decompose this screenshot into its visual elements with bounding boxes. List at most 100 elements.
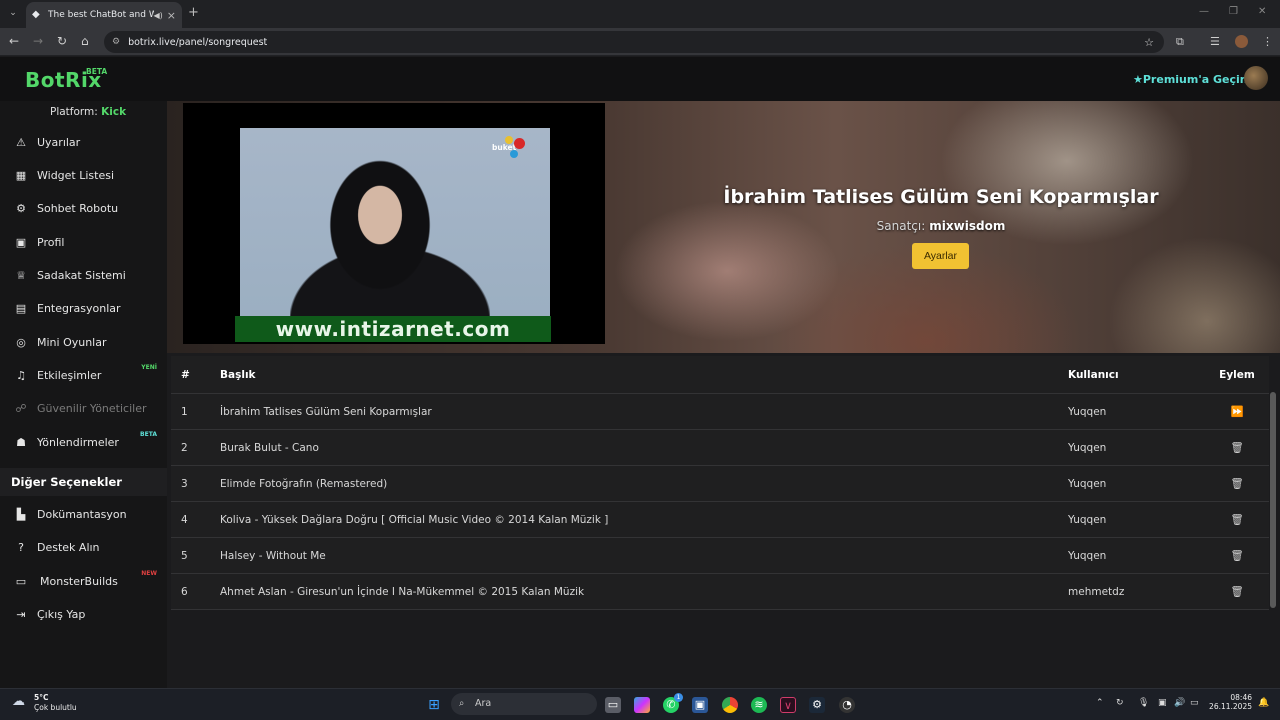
sidebar-item-minigames[interactable]: ◎ Mini Oyunlar bbox=[0, 327, 167, 357]
maximize-icon[interactable]: ❐ bbox=[1229, 6, 1238, 17]
volume-icon[interactable]: 🔊 bbox=[1174, 698, 1185, 708]
app-icon[interactable]: ∨ bbox=[780, 697, 796, 713]
platform-label: Platform: bbox=[50, 106, 98, 118]
weather-temp: 5°C bbox=[34, 693, 49, 702]
sidebar-item-trusted-moderators[interactable]: ☍ Güvenilir Yöneticiler bbox=[0, 393, 167, 423]
trophy-icon: ♕ bbox=[16, 268, 26, 282]
sidebar-item-logout[interactable]: ⇥ Çıkış Yap bbox=[0, 599, 167, 629]
clock-date: 26.11.2025 bbox=[1209, 702, 1252, 711]
profile-avatar[interactable] bbox=[1235, 35, 1248, 48]
chrome-icon[interactable] bbox=[722, 697, 738, 713]
spotify-icon[interactable]: ≋ bbox=[751, 697, 767, 713]
windows-start-icon[interactable]: ⊞ bbox=[426, 697, 442, 713]
sidebar-item-alerts[interactable]: ⚠ Uyarılar bbox=[0, 127, 167, 157]
sidebar-item-integrations[interactable]: ▤ Entegrasyonlar bbox=[0, 293, 167, 323]
plug-icon: ▤ bbox=[15, 301, 27, 315]
trash-icon[interactable]: 🗑 bbox=[1221, 513, 1253, 526]
settings-button[interactable]: Ayarlar bbox=[912, 243, 969, 269]
copilot-icon[interactable] bbox=[634, 697, 650, 713]
sidebar-item-label: Güvenilir Yöneticiler bbox=[37, 401, 147, 415]
row-num: 5 bbox=[181, 549, 188, 562]
tray-sync-icon[interactable]: ↻ bbox=[1116, 698, 1124, 708]
row-num: 6 bbox=[181, 585, 188, 598]
table-row: 1 İbrahim Tatlises Gülüm Seni Koparmışla… bbox=[171, 394, 1269, 430]
sidebar-item-label: Destek Alın bbox=[37, 540, 100, 554]
menu-icon[interactable]: ⋮ bbox=[1262, 35, 1273, 48]
reload-icon[interactable]: ↻ bbox=[57, 34, 67, 48]
minimize-icon[interactable]: — bbox=[1199, 6, 1209, 17]
sidebar-item-label: Çıkış Yap bbox=[37, 607, 86, 621]
address-bar[interactable]: ⚙ botrix.live/panel/songrequest ☆ bbox=[104, 31, 1164, 53]
col-action-header: Eylem bbox=[1219, 368, 1255, 381]
taskbar-clock[interactable]: 08:46 26.11.2025 bbox=[1206, 693, 1252, 711]
new-tab-button[interactable]: + bbox=[188, 5, 199, 20]
tab-close-icon[interactable]: × bbox=[167, 9, 176, 22]
col-user-header: Kullanıcı bbox=[1068, 368, 1119, 381]
sidebar-item-profile[interactable]: ▣ Profil bbox=[0, 227, 167, 257]
app-header bbox=[0, 57, 1280, 101]
sidebar-item-interactions[interactable]: ♫ Etkileşimler YENİ bbox=[0, 360, 167, 390]
other-options-heading: Diğer Seçenekler bbox=[0, 468, 167, 496]
tab-audio-icon[interactable]: ◀) bbox=[154, 11, 163, 20]
id-card-icon: ▣ bbox=[15, 235, 27, 249]
gamepad-icon: ◎ bbox=[16, 335, 26, 349]
media-control-icon[interactable]: ☰ bbox=[1210, 35, 1220, 48]
skip-icon[interactable]: ⏩ bbox=[1221, 405, 1253, 418]
sign-out-icon: ⇥ bbox=[16, 607, 26, 621]
artist-line: Sanatçı: mixwisdom bbox=[605, 219, 1277, 233]
sidebar-item-label: Profil bbox=[37, 235, 65, 249]
table-header: # Başlık Kullanıcı Eylem bbox=[171, 356, 1269, 394]
sidebar-item-widgets[interactable]: ▦ Widget Listesi bbox=[0, 160, 167, 190]
task-view-icon[interactable]: ▭ bbox=[605, 697, 621, 713]
page-scrollbar[interactable] bbox=[1270, 392, 1276, 608]
question-icon: ? bbox=[18, 540, 24, 554]
forward-icon[interactable]: → bbox=[33, 34, 43, 48]
sidebar-item-label: Entegrasyonlar bbox=[37, 301, 121, 315]
window-close-icon[interactable]: ✕ bbox=[1258, 6, 1266, 17]
extensions-icon[interactable]: ⧉ bbox=[1176, 35, 1184, 49]
table-row: 6 Ahmet Aslan - Giresun'un İçinde I Na-M… bbox=[171, 574, 1269, 610]
sidebar-item-label: Uyarılar bbox=[37, 135, 81, 149]
trash-icon[interactable]: 🗑 bbox=[1221, 585, 1253, 598]
sidebar-item-label: Sohbet Robotu bbox=[37, 201, 119, 215]
trash-icon[interactable]: 🗑 bbox=[1221, 441, 1253, 454]
trash-icon[interactable]: 🗑 bbox=[1221, 549, 1253, 562]
back-icon[interactable]: ← bbox=[9, 34, 19, 48]
taskbar-search[interactable]: ⌕ Ara bbox=[451, 693, 597, 715]
sidebar-item-label: Widget Listesi bbox=[37, 168, 115, 182]
clock-time: 08:46 bbox=[1230, 693, 1252, 702]
book-icon: ▙ bbox=[16, 507, 26, 521]
site-info-icon[interactable]: ⚙ bbox=[112, 37, 120, 47]
store-icon[interactable]: ▣ bbox=[692, 697, 708, 713]
sidebar-item-chatbot[interactable]: ⚙ Sohbet Robotu bbox=[0, 193, 167, 223]
trash-icon[interactable]: 🗑 bbox=[1221, 477, 1253, 490]
premium-label: Premium'a Geçin bbox=[1142, 73, 1248, 86]
monitor-icon: ▭ bbox=[15, 574, 27, 588]
row-user: Yuqqen bbox=[1068, 549, 1107, 562]
platform-indicator: Platform: Kick bbox=[50, 106, 126, 118]
sidebar-item-monsterbuilds[interactable]: ▭ MonsterBuilds NEW bbox=[0, 566, 167, 596]
battery-icon[interactable]: ▭ bbox=[1190, 698, 1199, 708]
tab-search-icon[interactable]: ⌄ bbox=[6, 6, 20, 20]
sidebar-item-redirects[interactable]: ☗ Yönlendirmeler BETA bbox=[0, 427, 167, 457]
home-icon[interactable]: ⌂ bbox=[81, 34, 89, 48]
row-num: 1 bbox=[181, 405, 188, 418]
user-avatar[interactable] bbox=[1244, 66, 1268, 90]
row-user: Yuqqen bbox=[1068, 513, 1107, 526]
bookmark-star-icon[interactable]: ☆ bbox=[1144, 36, 1154, 49]
app-icon-2[interactable]: ◔ bbox=[839, 697, 855, 713]
sidebar-item-label: Etkileşimler bbox=[37, 368, 102, 382]
table-row: 3 Elimde Fotoğrafın (Remastered) Yuqqen … bbox=[171, 466, 1269, 502]
sidebar-item-support[interactable]: ? Destek Alın bbox=[0, 532, 167, 562]
steam-icon[interactable]: ⚙ bbox=[809, 697, 825, 713]
tray-chevron-icon[interactable]: ⌃ bbox=[1096, 698, 1104, 708]
weather-widget[interactable]: 5°C Çok bulutlu bbox=[34, 693, 77, 713]
notifications-icon[interactable]: 🔔 bbox=[1258, 698, 1269, 708]
sidebar-item-documentation[interactable]: ▙ Dokümantasyon bbox=[0, 499, 167, 529]
microphone-icon[interactable]: 🎙 bbox=[1138, 698, 1149, 708]
sidebar-item-loyalty[interactable]: ♕ Sadakat Sistemi bbox=[0, 260, 167, 290]
favicon-icon: ◆ bbox=[32, 9, 40, 20]
network-icon[interactable]: ▣ bbox=[1158, 698, 1167, 708]
browser-tab[interactable]: ◆ The best ChatBot and Widg ◀) × bbox=[26, 2, 182, 28]
premium-link[interactable]: ★Premium'a Geçin bbox=[1133, 73, 1248, 86]
